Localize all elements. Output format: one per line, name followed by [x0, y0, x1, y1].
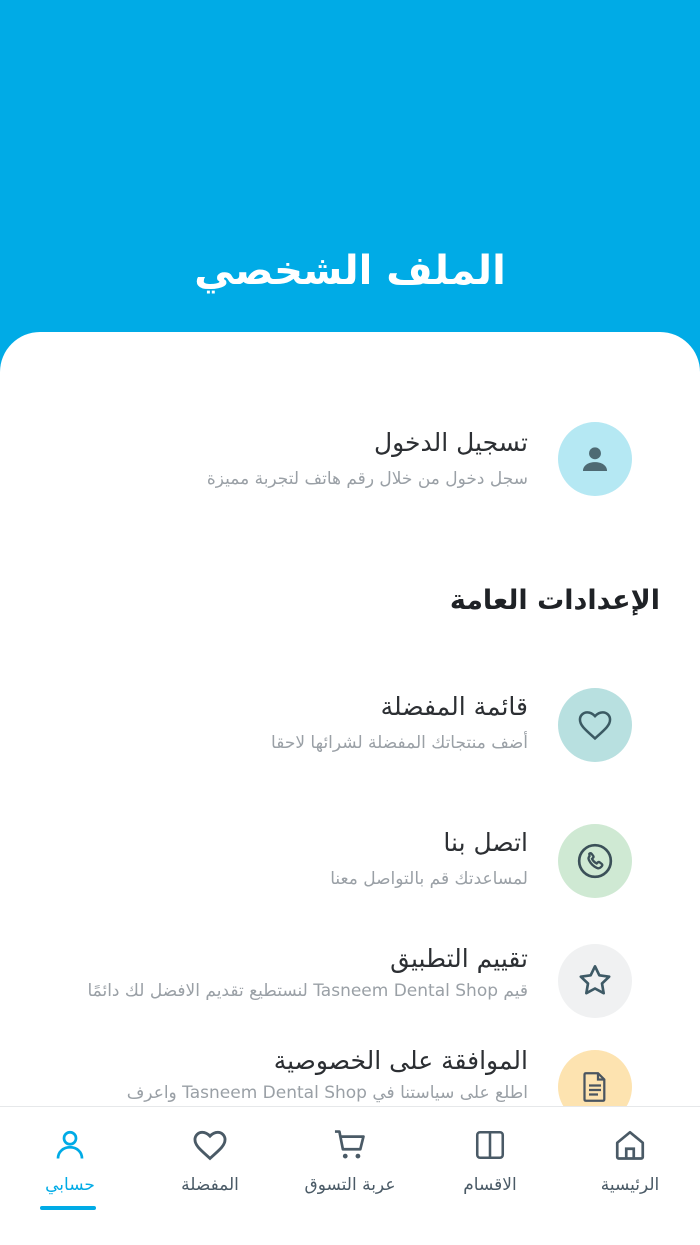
nav-cart-label: عربة التسوق — [304, 1175, 396, 1195]
rate-app-subtitle: قيم Tasneem Dental Shop لنستطيع تقديم ال… — [87, 981, 528, 1001]
favorites-subtitle: أضف منتجاتك المفضلة لشرائها لاحقا — [271, 733, 528, 753]
privacy-title: الموافقة على الخصوصية — [273, 1046, 528, 1075]
star-icon — [558, 944, 632, 1018]
page-title: الملف الشخصي — [194, 248, 506, 294]
nav-account-label: حسابي — [45, 1175, 95, 1195]
profile-header: الملف الشخصي — [0, 0, 700, 380]
cart-icon — [280, 1125, 420, 1165]
columns-icon — [420, 1125, 560, 1165]
general-settings-heading: الإعدادات العامة — [449, 585, 660, 616]
nav-account[interactable]: حسابي — [0, 1125, 140, 1195]
privacy-subtitle: اطلع على سياستنا في Tasneem Dental Shop … — [126, 1083, 528, 1103]
contact-row[interactable]: اتصل بنا لمساعدتك قم بالتواصل معنا — [0, 824, 700, 924]
home-icon — [560, 1125, 700, 1165]
nav-favorites[interactable]: المفضلة — [140, 1125, 280, 1195]
favorites-title: قائمة المفضلة — [380, 692, 528, 721]
contact-subtitle: لمساعدتك قم بالتواصل معنا — [330, 869, 528, 889]
contact-title: اتصل بنا — [443, 828, 528, 857]
login-row[interactable]: تسجيل الدخول سجل دخول من خلال رقم هاتف ل… — [0, 420, 700, 520]
login-subtitle: سجل دخول من خلال رقم هاتف لتجربة مميزة — [206, 469, 528, 489]
user-outline-icon — [0, 1125, 140, 1165]
rate-app-title: تقييم التطبيق — [390, 944, 528, 973]
favorites-row[interactable]: قائمة المفضلة أضف منتجاتك المفضلة لشرائه… — [0, 688, 700, 788]
active-tab-indicator — [40, 1206, 96, 1210]
nav-categories[interactable]: الاقسام — [420, 1125, 560, 1195]
nav-home-label: الرئيسية — [600, 1175, 660, 1195]
nav-favorites-label: المفضلة — [181, 1175, 239, 1195]
login-title: تسجيل الدخول — [373, 428, 528, 457]
heart-outline-icon — [140, 1125, 280, 1165]
nav-home[interactable]: الرئيسية — [560, 1125, 700, 1195]
phone-icon — [558, 824, 632, 898]
nav-cart[interactable]: عربة التسوق — [280, 1125, 420, 1195]
user-icon — [558, 422, 632, 496]
nav-categories-label: الاقسام — [463, 1175, 517, 1195]
bottom-navigation: حسابي المفضلة عربة التسوق الاقسام الرئيس… — [0, 1106, 700, 1245]
rate-app-row[interactable]: تقييم التطبيق قيم Tasneem Dental Shop لن… — [0, 942, 700, 1042]
heart-icon — [558, 688, 632, 762]
